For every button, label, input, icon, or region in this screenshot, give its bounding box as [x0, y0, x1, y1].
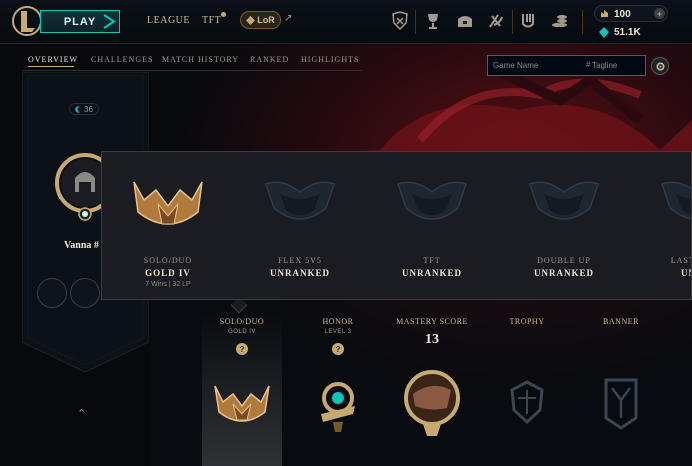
- queue-card-flex[interactable]: FLEX 5V5 UNRANKED: [234, 152, 366, 299]
- level-crescent-icon: [75, 106, 81, 112]
- blue-essence-amount: 51.1K: [614, 27, 641, 38]
- league-logo-icon[interactable]: [10, 4, 44, 38]
- queue-name: TFT: [423, 256, 441, 265]
- queue-stats: 7 Wins | 32 LP: [145, 281, 191, 288]
- tabs-divider: [22, 70, 362, 71]
- tab-challenges[interactable]: CHALLENGES: [91, 55, 153, 64]
- showcase-sublabel: LEVEL 3: [324, 329, 352, 335]
- mastery-champion-icon: [404, 370, 460, 436]
- tab-overview[interactable]: OVERVIEW: [28, 55, 78, 64]
- unranked-emblem-icon: [529, 181, 599, 220]
- wallet-coins-icon[interactable]: [550, 11, 570, 31]
- tab-match-history[interactable]: MATCH HISTORY: [162, 55, 239, 64]
- play-button[interactable]: PLAY: [40, 10, 120, 33]
- showcase-honor[interactable]: HONOR LEVEL 3 ?: [298, 312, 378, 466]
- store-icon[interactable]: [518, 11, 538, 31]
- riot-points-icon: [601, 10, 608, 17]
- mastery-score-value: 13: [425, 332, 439, 347]
- external-link-icon: ↗: [284, 13, 293, 24]
- tft-notification-dot: [221, 12, 226, 17]
- game-name-input[interactable]: Game Name: [493, 61, 538, 70]
- queue-card-double-up[interactable]: DOUBLE UP UNRANKED: [498, 152, 630, 299]
- divider: [415, 10, 416, 34]
- active-tab-underline: [28, 66, 74, 67]
- tab-highlights[interactable]: HIGHLIGHTS: [301, 55, 359, 64]
- queue-rank: UNRANKED: [533, 268, 594, 278]
- help-icon[interactable]: ?: [236, 343, 248, 355]
- rp-amount: 100: [614, 9, 631, 20]
- clash-icon[interactable]: [390, 11, 410, 31]
- summoner-level: 36: [69, 103, 99, 115]
- level-value: 36: [84, 104, 93, 114]
- showcase-label: SOLO/DUO: [219, 317, 265, 326]
- showcase-sublabel: GOLD IV: [228, 329, 256, 335]
- unranked-emblem-icon: [265, 181, 335, 220]
- tagline-hash: #: [586, 60, 591, 69]
- queue-name: SOLO/DUO: [143, 256, 193, 265]
- divider: [512, 10, 513, 34]
- blue-essence-icon: [599, 27, 609, 38]
- queue-rank: UNRANKED: [401, 268, 462, 278]
- ranked-queues-popup: SOLO/DUO GOLD IV 7 Wins | 32 LP FLEX 5V5…: [101, 151, 692, 300]
- showcase-label: TROPHY: [509, 317, 545, 326]
- empty-token-slot[interactable]: [37, 278, 67, 308]
- search-settings-button[interactable]: [651, 57, 669, 75]
- showcase-label: HONOR: [322, 317, 354, 326]
- help-icon[interactable]: ?: [332, 343, 344, 355]
- summoner-name: Vanna #: [64, 240, 99, 251]
- queue-card-tft[interactable]: TFT UNRANKED: [366, 152, 498, 299]
- queue-name: DOUBLE UP: [537, 256, 591, 265]
- buy-rp-button[interactable]: +: [654, 8, 665, 19]
- unranked-emblem-icon: [661, 181, 691, 220]
- gold-rank-emblem-icon: [133, 181, 203, 225]
- gear-icon: [655, 61, 665, 71]
- play-chevron-icon: [103, 14, 116, 29]
- unranked-emblem-icon: [397, 181, 467, 220]
- queue-rank: GOLD IV: [145, 268, 191, 278]
- queue-rank: UNRANKED: [269, 268, 330, 278]
- ranked-trophy-icon[interactable]: [423, 11, 443, 31]
- loot-chest-icon[interactable]: [455, 11, 475, 31]
- queue-name: LAST SEAS: [670, 256, 691, 265]
- empty-token-slot[interactable]: [70, 278, 100, 308]
- queue-card-solo-duo[interactable]: SOLO/DUO GOLD IV 7 Wins | 32 LP: [102, 152, 234, 299]
- showcase-mastery[interactable]: MASTERY SCORE 13: [392, 312, 472, 466]
- showcase-label: BANNER: [603, 317, 639, 326]
- tab-ranked[interactable]: RANKED: [250, 55, 289, 64]
- summoner-search-box[interactable]: Game Name # Tagline: [487, 55, 646, 76]
- play-button-label: PLAY: [63, 15, 97, 28]
- nav-lor[interactable]: LoR: [240, 11, 281, 29]
- top-navigation-bar: PLAY LEAGUE TFT LoR ↗ 100 + 51.1K: [0, 0, 692, 44]
- banner-placeholder-icon: [604, 378, 638, 430]
- collection-icon[interactable]: [486, 11, 506, 31]
- showcase-banner[interactable]: BANNER: [581, 312, 661, 466]
- queue-rank: UNRA: [681, 268, 691, 278]
- showcase-label: MASTERY SCORE: [396, 317, 468, 326]
- lor-emblem-icon: [246, 15, 256, 25]
- chevron-up-icon[interactable]: ⌃: [77, 407, 86, 420]
- nav-tft[interactable]: TFT: [202, 15, 221, 26]
- nav-league[interactable]: LEAGUE: [147, 15, 190, 26]
- honor-level-icon: [321, 382, 355, 432]
- queue-card-last-season[interactable]: LAST SEAS UNRA: [630, 152, 691, 299]
- trophy-placeholder-icon: [510, 380, 544, 425]
- gold-rank-emblem-icon: [214, 385, 270, 422]
- nav-lor-label: LoR: [257, 15, 275, 25]
- showcase-solo-duo[interactable]: SOLO/DUO GOLD IV ?: [202, 312, 282, 466]
- tagline-input[interactable]: Tagline: [592, 61, 617, 70]
- queue-name: FLEX 5V5: [278, 256, 322, 265]
- showcase-trophy[interactable]: TROPHY: [487, 312, 567, 466]
- divider: [582, 10, 583, 34]
